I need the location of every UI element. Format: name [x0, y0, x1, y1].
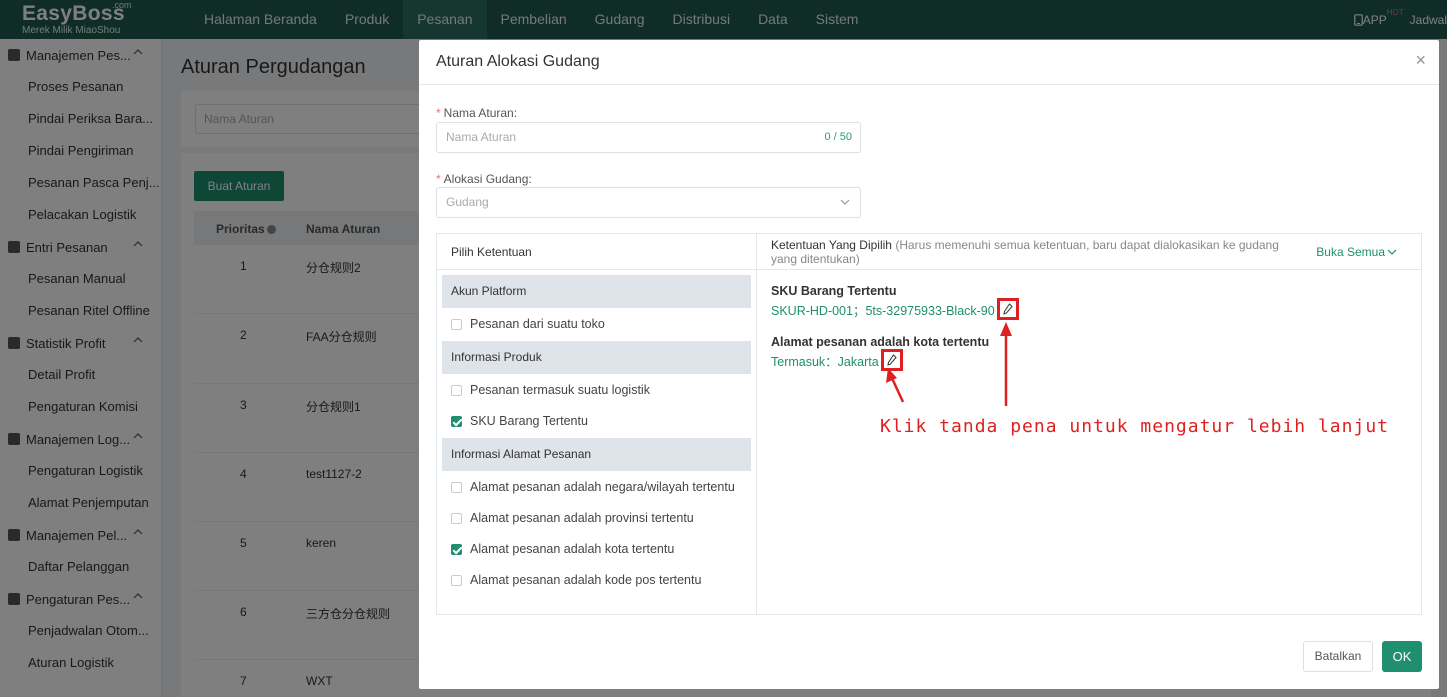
annotation-text: Klik tanda pena untuk mengatur lebih lan…	[880, 416, 1389, 437]
edit-sku-pen-icon[interactable]	[996, 298, 1019, 320]
edit-city-pen-icon[interactable]	[880, 349, 903, 371]
selected-condition-city: Alamat pesanan adalah kota tertentu Term…	[771, 335, 989, 371]
condition-option[interactable]: Alamat pesanan adalah negara/wilayah ter…	[451, 480, 735, 494]
ok-button[interactable]: OK	[1382, 641, 1422, 672]
condition-option-label: Pesanan termasuk suatu logistik	[470, 383, 650, 397]
chevron-down-icon	[840, 188, 850, 229]
chevron-down-icon	[1387, 249, 1397, 255]
checkbox[interactable]	[451, 318, 462, 330]
condition-option[interactable]: Pesanan termasuk suatu logistik	[451, 383, 650, 397]
condition-option[interactable]: Pesanan dari suatu toko	[451, 317, 605, 331]
condition-option-label: Alamat pesanan adalah provinsi tertentu	[470, 511, 694, 525]
dialog-title: Aturan Alokasi Gudang	[436, 53, 600, 70]
condition-option[interactable]: SKU Barang Tertentu	[451, 414, 588, 428]
checkbox[interactable]	[451, 415, 462, 427]
sku-values: SKUR-HD-001；5ts-32975933-Black-90	[771, 303, 995, 318]
condition-section: Informasi Produk	[442, 341, 751, 374]
selected-conditions-title: Ketentuan Yang Dipilih (Harus memenuhi s…	[771, 238, 1279, 266]
condition-option[interactable]: Alamat pesanan adalah provinsi tertentu	[451, 511, 694, 525]
condition-section: Akun Platform	[442, 275, 751, 308]
checkbox[interactable]	[451, 512, 462, 524]
cancel-button[interactable]: Batalkan	[1303, 641, 1373, 672]
condition-section: Informasi Alamat Pesanan	[442, 438, 751, 471]
condition-option-label: Alamat pesanan adalah kode pos tertentu	[470, 573, 702, 587]
condition-option-label: Alamat pesanan adalah negara/wilayah ter…	[470, 480, 735, 494]
condition-option-label: SKU Barang Tertentu	[470, 414, 588, 428]
condition-option[interactable]: Alamat pesanan adalah kota tertentu	[451, 542, 674, 556]
condition-option[interactable]: Alamat pesanan adalah kode pos tertentu	[451, 573, 701, 587]
dialog-header: Aturan Alokasi Gudang ×	[419, 40, 1439, 85]
checkbox[interactable]	[451, 543, 462, 555]
selected-condition-sku: SKU Barang Tertentu SKUR-HD-001；5ts-3297…	[771, 284, 1019, 320]
condition-option-label: Pesanan dari suatu toko	[470, 317, 605, 331]
warehouse-select[interactable]: Gudang	[436, 187, 861, 218]
warehouse-allocation-dialog: Aturan Alokasi Gudang × * Nama Aturan: Na…	[419, 40, 1439, 689]
condition-picker: Pilih Ketentuan Akun Platform Pesanan dar…	[437, 234, 757, 614]
warehouse-label: * Alokasi Gudang:	[436, 172, 532, 186]
city-values: Termasuk：Jakarta	[771, 354, 879, 369]
checkbox[interactable]	[451, 384, 462, 396]
expand-all-link[interactable]: Buka Semua	[1316, 245, 1397, 259]
condition-picker-title: Pilih Ketentuan	[451, 245, 532, 259]
close-icon[interactable]: ×	[1415, 50, 1426, 71]
rule-name-input[interactable]: Nama Aturan 0 / 50	[436, 122, 861, 153]
checkbox[interactable]	[451, 481, 462, 493]
checkbox[interactable]	[451, 574, 462, 586]
rule-name-label: * Nama Aturan:	[436, 106, 518, 120]
char-counter: 0 / 50	[824, 131, 852, 143]
condition-option-label: Alamat pesanan adalah kota tertentu	[470, 542, 675, 556]
